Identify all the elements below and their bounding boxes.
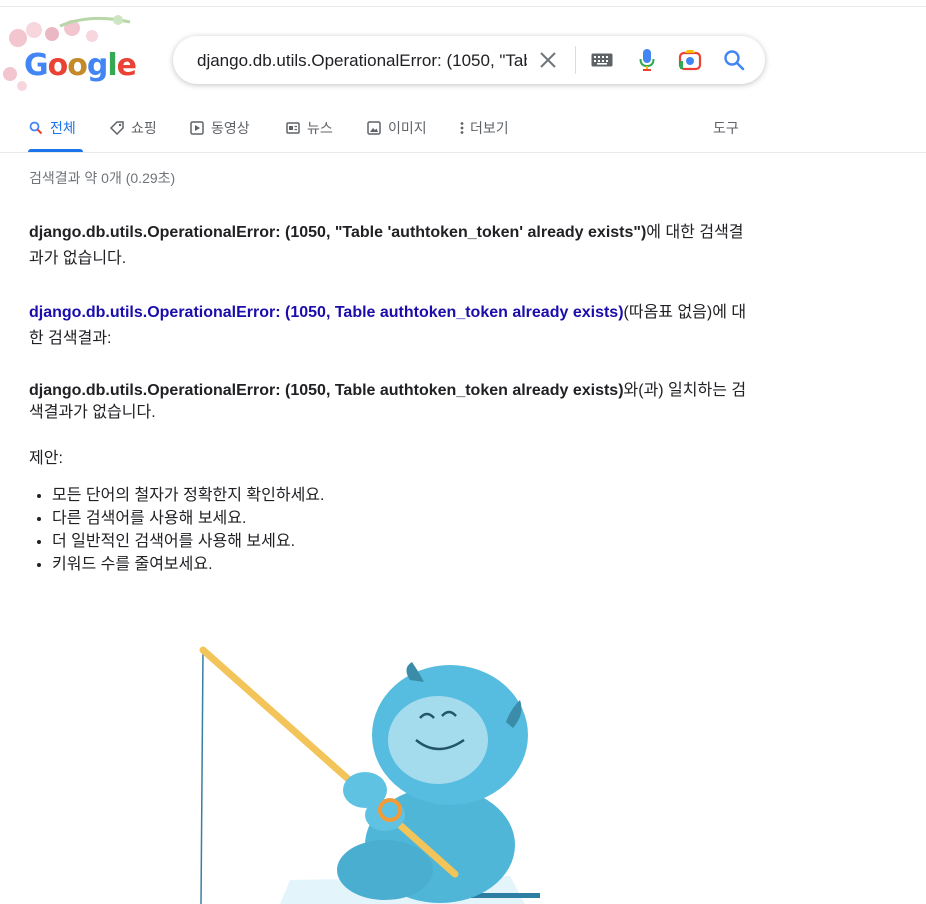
search-icon <box>28 120 44 136</box>
suggestion-item: 모든 단어의 철자가 정확한지 확인하세요. <box>52 484 324 507</box>
news-icon <box>285 120 301 136</box>
result-stats: 검색결과 약 0개 (0.29초) <box>29 170 176 186</box>
unquoted-results-message: django.db.utils.OperationalError: (1050,… <box>29 300 749 352</box>
tab-label: 더보기 <box>470 120 509 136</box>
query-bold: django.db.utils.OperationalError: (1050,… <box>29 382 624 399</box>
tab-label: 쇼핑 <box>131 120 157 136</box>
google-lens-icon[interactable] <box>678 48 702 72</box>
more-vert-icon <box>458 120 466 136</box>
search-submit-icon[interactable] <box>722 48 746 72</box>
yeti-icon <box>199 646 540 904</box>
tools-label: 도구 <box>713 120 739 136</box>
unquoted-query-link[interactable]: django.db.utils.OperationalError: (1050,… <box>29 304 624 321</box>
tab-shopping[interactable]: 쇼핑 <box>109 116 157 140</box>
no-results-message: django.db.utils.OperationalError: (1050,… <box>29 220 749 272</box>
google-doodle-logo[interactable]: Google <box>0 8 150 100</box>
tab-label: 동영상 <box>211 120 250 136</box>
play-icon <box>189 120 205 136</box>
tabs-divider <box>0 152 926 153</box>
query-bold: django.db.utils.OperationalError: (1050,… <box>29 224 647 241</box>
tab-videos[interactable]: 동영상 <box>189 116 250 140</box>
no-match-message: django.db.utils.OperationalError: (1050,… <box>29 380 749 424</box>
tab-images[interactable]: 이미지 <box>366 116 427 140</box>
tab-all[interactable]: 전체 <box>28 116 76 140</box>
top-border <box>0 6 926 7</box>
fishing-yeti-illustration <box>180 640 560 904</box>
search-divider <box>575 46 576 74</box>
tab-news[interactable]: 뉴스 <box>285 116 333 140</box>
tab-more[interactable]: 더보기 <box>458 116 509 140</box>
suggestion-item: 다른 검색어를 사용해 보세요. <box>52 507 324 530</box>
suggestion-item: 키워드 수를 줄여보세요. <box>52 553 324 576</box>
suggestions-list: 모든 단어의 철자가 정확한지 확인하세요. 다른 검색어를 사용해 보세요. … <box>29 484 324 576</box>
google-logo-text: Google <box>24 48 137 83</box>
tab-label: 이미지 <box>388 120 427 136</box>
search-tabs: 전체 쇼핑 동영상 뉴스 이미지 더보기 도구 <box>0 104 926 153</box>
clear-icon[interactable] <box>536 48 560 72</box>
search-box <box>173 36 765 84</box>
tools-button[interactable]: 도구 <box>713 116 739 140</box>
tab-label: 뉴스 <box>307 120 333 136</box>
search-input[interactable] <box>195 48 529 74</box>
keyboard-icon[interactable] <box>590 48 614 72</box>
suggestions-title: 제안: <box>29 450 63 467</box>
suggestion-item: 더 일반적인 검색어를 사용해 보세요. <box>52 530 324 553</box>
microphone-icon[interactable] <box>635 48 659 72</box>
image-icon <box>366 120 382 136</box>
tag-icon <box>109 120 125 136</box>
tab-label: 전체 <box>50 120 76 136</box>
